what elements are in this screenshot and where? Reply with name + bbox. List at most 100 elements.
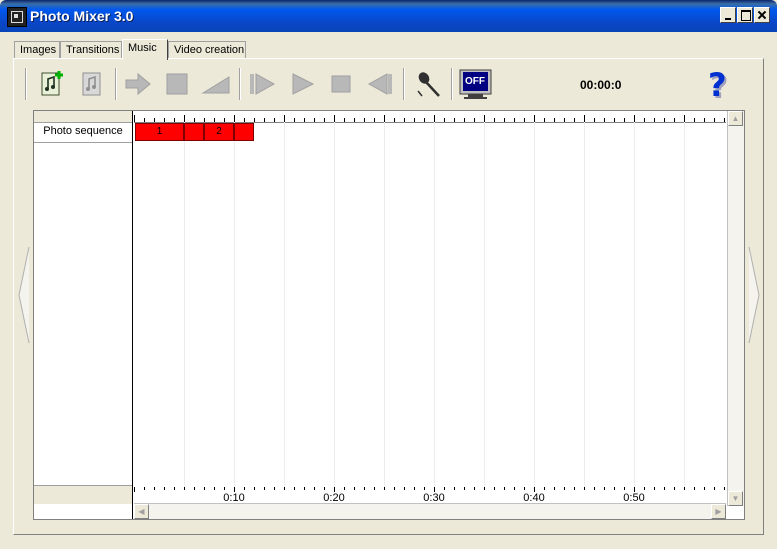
ruler-tick xyxy=(684,487,685,490)
ruler-tick xyxy=(244,118,245,122)
title-bar: Photo Mixer 3.0 xyxy=(0,0,777,32)
toolbar-separator xyxy=(115,68,117,100)
ruler-tick xyxy=(234,115,235,122)
horizontal-scrollbar[interactable]: ◀ ▶ xyxy=(134,503,726,519)
add-music-icon[interactable] xyxy=(37,69,67,99)
ruler-tick xyxy=(644,118,645,122)
ruler-tick xyxy=(194,118,195,122)
ruler-tick xyxy=(274,487,275,490)
ruler-tick xyxy=(664,487,665,490)
tab-video-creation[interactable]: Video creation xyxy=(168,41,246,59)
grid-line xyxy=(634,122,635,487)
play-from-start-icon[interactable] xyxy=(247,69,277,99)
ruler-tick xyxy=(304,487,305,490)
ruler-tick xyxy=(214,118,215,122)
ruler-tick xyxy=(204,487,205,490)
tab-images[interactable]: Images xyxy=(14,41,60,59)
ruler-tick xyxy=(454,118,455,122)
photo-clip[interactable]: 1 xyxy=(135,123,184,141)
ruler-tick xyxy=(584,115,585,122)
ruler-tick xyxy=(134,487,135,492)
ruler-tick xyxy=(384,115,385,122)
close-button[interactable] xyxy=(754,7,770,23)
ruler-tick xyxy=(334,115,335,122)
help-label: ? xyxy=(708,66,727,104)
ruler-tick xyxy=(474,487,475,490)
track-label-photo-sequence[interactable]: Photo sequence xyxy=(34,122,132,143)
timeline: Photo sequence 0:10 0:20 0:30 0:40 0:50 1 2 ▲ … xyxy=(33,110,745,520)
ruler-tick xyxy=(164,487,165,490)
ruler-tick xyxy=(554,487,555,490)
ruler-tick xyxy=(354,487,355,490)
ruler-tick xyxy=(674,118,675,122)
app-icon[interactable] xyxy=(7,7,27,27)
ruler-tick xyxy=(484,487,485,490)
ruler-tick xyxy=(374,487,375,490)
remove-music-icon[interactable] xyxy=(77,69,107,99)
stop-square-icon[interactable] xyxy=(162,69,192,99)
ruler-tick xyxy=(714,487,715,490)
ruler-tick xyxy=(704,118,705,122)
scroll-left-arrow[interactable] xyxy=(17,245,31,345)
ruler-tick xyxy=(284,487,285,490)
track-labels: Photo sequence xyxy=(34,111,133,519)
ruler-tick xyxy=(314,487,315,490)
ruler-tick xyxy=(264,487,265,490)
tab-transitions[interactable]: Transitions xyxy=(60,41,122,59)
ruler-tick xyxy=(624,118,625,122)
ruler-tick xyxy=(424,118,425,122)
ruler-tick xyxy=(654,118,655,122)
stop-icon[interactable] xyxy=(326,69,356,99)
play-icon[interactable] xyxy=(287,69,317,99)
volume-ramp-icon[interactable] xyxy=(201,69,231,99)
maximize-button[interactable] xyxy=(737,7,753,23)
ruler-tick xyxy=(344,487,345,490)
photo-clip[interactable] xyxy=(234,123,254,141)
microphone-icon[interactable] xyxy=(413,69,443,99)
monitor-off-icon[interactable]: OFF xyxy=(459,69,493,99)
ruler-tick xyxy=(524,487,525,490)
rewind-icon[interactable] xyxy=(365,69,395,99)
ruler-tick xyxy=(204,118,205,122)
ruler-tick xyxy=(184,487,185,490)
ruler-tick xyxy=(444,118,445,122)
ruler-tick xyxy=(294,118,295,122)
ruler-tick xyxy=(604,487,605,490)
scroll-right-button[interactable]: ▶ xyxy=(711,504,726,519)
grid-line xyxy=(484,122,485,487)
scroll-left-button[interactable]: ◀ xyxy=(134,504,149,519)
ruler-tick xyxy=(484,115,485,122)
ruler-tick xyxy=(384,487,385,490)
photo-clip[interactable] xyxy=(184,123,204,141)
ruler-tick xyxy=(544,487,545,490)
minimize-button[interactable] xyxy=(720,7,736,23)
ruler-tick xyxy=(574,118,575,122)
vertical-scrollbar[interactable]: ▲ ▼ xyxy=(727,111,744,506)
photo-clip[interactable]: 2 xyxy=(204,123,234,141)
ruler-tick xyxy=(534,115,535,122)
ruler-tick xyxy=(464,487,465,490)
toolbar-separator xyxy=(239,68,241,100)
window-title: Photo Mixer 3.0 xyxy=(30,8,134,24)
ruler-tick xyxy=(614,487,615,490)
toolbar: OFF 00:00:0 ? xyxy=(25,66,755,104)
ruler-tick xyxy=(424,487,425,490)
scroll-down-button[interactable]: ▼ xyxy=(728,491,743,506)
scroll-right-arrow[interactable] xyxy=(747,245,761,345)
grid-line xyxy=(284,122,285,487)
grid-line xyxy=(684,122,685,487)
timeline-grid[interactable]: 0:10 0:20 0:30 0:40 0:50 1 2 xyxy=(134,111,726,506)
ruler-tick xyxy=(444,487,445,490)
ruler-tick xyxy=(474,118,475,122)
ruler-tick xyxy=(694,118,695,122)
ruler-tick xyxy=(254,487,255,490)
scroll-up-button[interactable]: ▲ xyxy=(728,111,743,126)
tab-music[interactable]: Music xyxy=(122,39,168,60)
help-icon[interactable]: ? xyxy=(708,66,738,104)
forward-arrow-icon[interactable] xyxy=(123,69,153,99)
grid-line xyxy=(534,122,535,487)
grid-line xyxy=(434,122,435,487)
toolbar-separator xyxy=(451,68,453,100)
ruler-tick xyxy=(254,118,255,122)
ruler-tick xyxy=(144,118,145,122)
